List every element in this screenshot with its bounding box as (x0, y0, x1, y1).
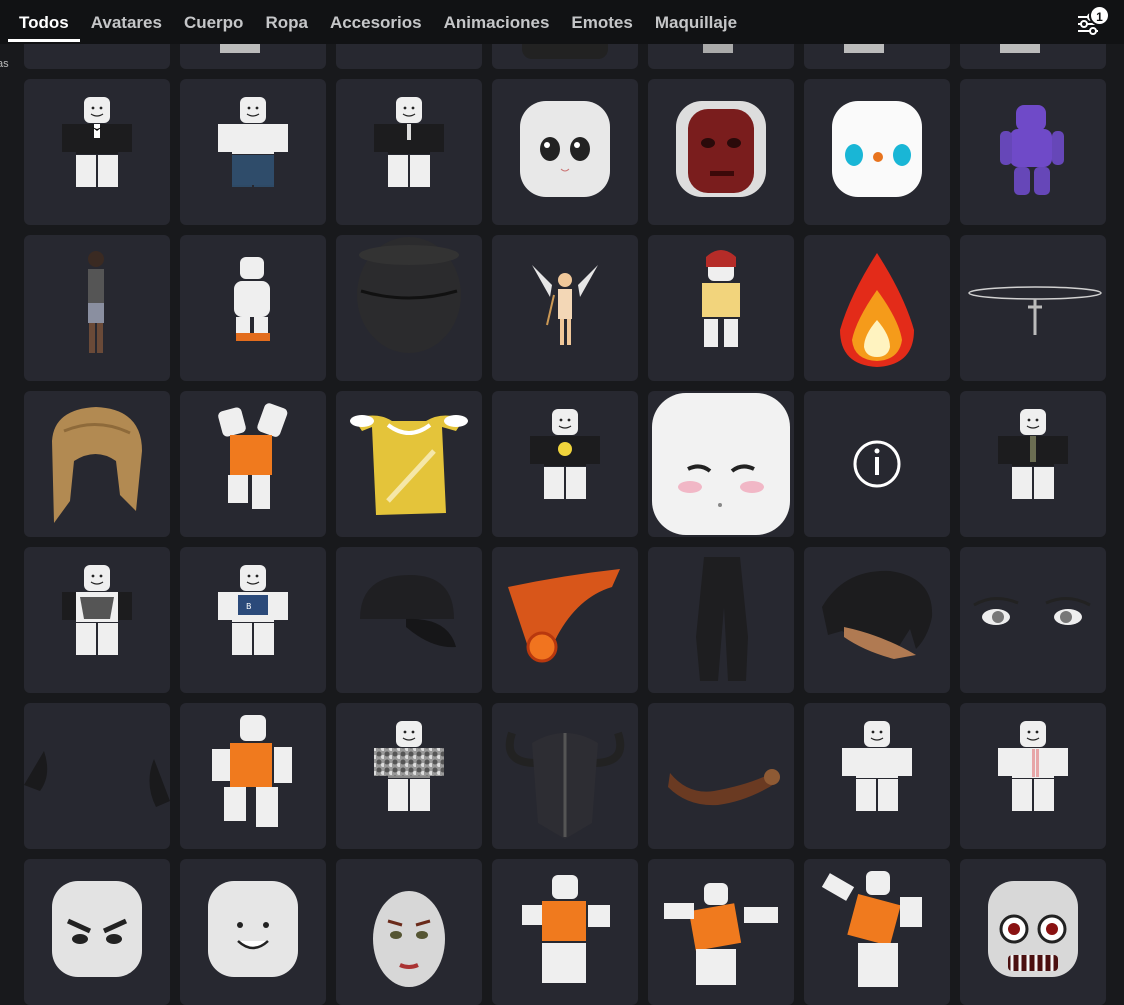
horned-helmet-image (505, 731, 625, 839)
item-tile-angel-avatar[interactable] (492, 235, 638, 381)
item-tile-black-cap[interactable] (336, 547, 482, 693)
item-tile-angry-head[interactable] (24, 859, 170, 1005)
item-tile-horned-helmet[interactable] (492, 703, 638, 849)
angel-avatar-image (532, 265, 598, 345)
white-avatar-image (234, 257, 270, 341)
category-tabs: Todos Avatares Cuerpo Ropa Accesorios Animaci… (8, 0, 748, 44)
scrollbar[interactable] (1116, 44, 1124, 954)
item-tile-black-pants[interactable] (648, 547, 794, 693)
item-tile-blush-face-head[interactable] (648, 391, 794, 537)
anime-face-head-image (520, 101, 610, 197)
item-tile-orange-emote-2[interactable] (648, 859, 794, 1005)
item-tile-cat-shirt[interactable] (24, 547, 170, 693)
item-tile-straw-hair[interactable] (24, 391, 170, 537)
item-tile-white-avatar[interactable] (180, 235, 326, 381)
tuxedo-shirt-image (62, 97, 132, 187)
cat-shirt-image (62, 565, 132, 655)
woman-head-image (373, 891, 445, 987)
item-tile-orange-emote-1[interactable] (492, 859, 638, 1005)
dagger-necklace-image (968, 286, 1102, 335)
orange-emote-1-image (522, 875, 610, 983)
orange-shirt-body-image (212, 715, 292, 827)
white-shirt-jeans-image (218, 97, 288, 187)
item-tile-info-placeholder[interactable] (804, 391, 950, 537)
orange-shirt-avatar-image (218, 403, 288, 509)
item-tile-camo-shirt[interactable] (336, 703, 482, 849)
item-tile-pink-shirt[interactable] (960, 703, 1106, 849)
blush-face-head-image (652, 393, 790, 535)
yellow-cape-image (350, 415, 468, 515)
camo-shirt-image (374, 721, 444, 811)
orange-emote-2-image (664, 883, 778, 985)
item-tile-orange-emote-3[interactable] (804, 859, 950, 1005)
item-tile-fire-effect[interactable] (804, 235, 950, 381)
tab-todos[interactable]: Todos (8, 0, 80, 44)
item-tile-black-suit-shirt[interactable] (336, 79, 482, 225)
item-tile-red-hair-avatar[interactable] (648, 235, 794, 381)
item-tile-dark-avatar[interactable] (24, 235, 170, 381)
black-hair-image (822, 570, 933, 659)
item-tile-flesh-mask-head[interactable] (648, 79, 794, 225)
svg-text:B: B (246, 602, 252, 611)
item-tile-robot-face-head[interactable] (804, 79, 950, 225)
item-tile-smiley-shirt[interactable] (492, 391, 638, 537)
item-tile-white-body[interactable] (804, 703, 950, 849)
tab-ropa[interactable]: Ropa (254, 0, 319, 44)
item-tile-yellow-cape[interactable] (336, 391, 482, 537)
purple-body-image (1000, 105, 1064, 195)
item-tile-smile-head[interactable] (180, 859, 326, 1005)
smile-head-image (208, 881, 298, 977)
item-tile-brown-arm[interactable] (648, 703, 794, 849)
tab-maquillaje[interactable]: Maquillaje (644, 0, 748, 44)
item-tile-orange-shirt-avatar[interactable] (180, 391, 326, 537)
tab-cuerpo[interactable]: Cuerpo (173, 0, 255, 44)
top-nav-bar: Todos Avatares Cuerpo Ropa Accesorios Animaci… (0, 0, 1124, 44)
brown-arm-image (668, 769, 780, 806)
item-tile-chain-necklace[interactable] (492, 547, 638, 693)
item-tile-tuxedo-shirt[interactable] (24, 79, 170, 225)
angry-head-image (52, 881, 142, 977)
fire-effect-image (840, 253, 914, 367)
robot-face-head-image (832, 101, 922, 197)
smiley-shirt-image (530, 409, 600, 499)
item-tile-black-hair[interactable] (804, 547, 950, 693)
straw-hair-image (52, 407, 142, 523)
tab-animaciones[interactable]: Animaciones (433, 0, 561, 44)
item-tile-purple-body[interactable] (960, 79, 1106, 225)
item-tile-woman-head[interactable] (336, 859, 482, 1005)
green-tie-suit-image (998, 409, 1068, 499)
black-pants-image (696, 557, 748, 681)
item-tile-anime-eyes[interactable] (960, 547, 1106, 693)
black-suit-shirt-image (374, 97, 444, 187)
red-hair-avatar-image (702, 250, 740, 347)
white-body-image (842, 721, 912, 811)
tab-avatares[interactable]: Avatares (80, 0, 173, 44)
side-clipped-text: as (0, 58, 9, 70)
black-cap-image (360, 575, 456, 648)
anime-eyes-image (973, 597, 1091, 625)
scary-head-image (988, 881, 1078, 977)
item-tile-green-tie-suit[interactable] (960, 391, 1106, 537)
blue-graphic-shirt-image: B (218, 565, 288, 655)
orange-emote-3-image (821, 871, 922, 987)
item-tile-blue-graphic-shirt[interactable]: B (180, 547, 326, 693)
item-tile-white-shirt-jeans[interactable] (180, 79, 326, 225)
item-tile-scary-head[interactable] (960, 859, 1106, 1005)
item-tile-dagger-necklace[interactable] (960, 235, 1106, 381)
tab-accesorios[interactable]: Accesorios (319, 0, 433, 44)
tab-emotes[interactable]: Emotes (560, 0, 643, 44)
inventory-grid: B (24, 0, 1106, 1005)
filter-count-badge: 1 (1089, 5, 1110, 26)
pink-shirt-image (998, 721, 1068, 811)
item-tile-orange-shirt-body[interactable] (180, 703, 326, 849)
info-placeholder-image (853, 440, 901, 488)
item-tile-cat-ears[interactable] (24, 703, 170, 849)
chain-necklace-image (508, 569, 620, 663)
dark-avatar-image (88, 251, 104, 353)
item-tile-black-hat[interactable] (336, 235, 482, 381)
flesh-mask-head-image (676, 101, 766, 197)
item-tile-anime-face-head[interactable] (492, 79, 638, 225)
cat-ears-image (24, 751, 170, 807)
black-hat-image (357, 237, 461, 353)
